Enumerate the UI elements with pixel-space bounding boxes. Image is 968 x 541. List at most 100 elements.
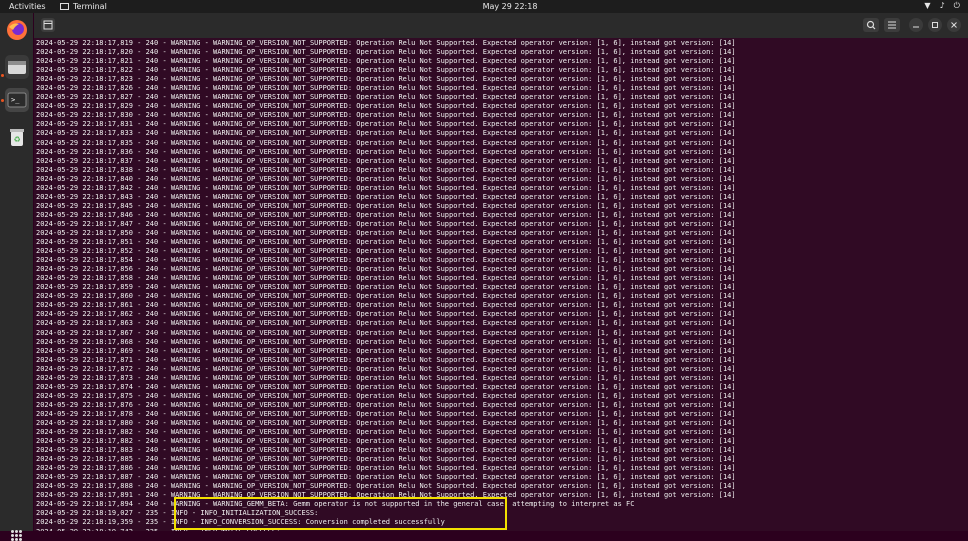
log-timestamp: 2024-05-29 22:18:17,822 xyxy=(36,66,133,75)
log-message: - 240 - WARNING - WARNING_OP_VERSION_NOT… xyxy=(132,373,736,382)
maximize-button[interactable] xyxy=(928,18,942,32)
log-timestamp: 2024-05-29 22:18:17,819 xyxy=(36,39,133,47)
log-timestamp: 2024-05-29 22:18:17,861 xyxy=(36,301,133,310)
log-message: - 240 - WARNING - WARNING_OP_VERSION_NOT… xyxy=(132,391,736,400)
new-tab-icon xyxy=(43,20,53,30)
trash-launcher[interactable]: ♻ xyxy=(5,125,29,149)
log-message: - 240 - WARNING - WARNING_OP_VERSION_NOT… xyxy=(132,337,736,346)
terminal-line: 2024-05-29 22:18:17,846 - 240 - WARNING … xyxy=(36,211,968,220)
log-message: - 240 - WARNING - WARNING_OP_VERSION_NOT… xyxy=(132,256,736,265)
minimize-button[interactable] xyxy=(909,18,923,32)
log-timestamp: 2024-05-29 22:18:17,820 xyxy=(36,48,133,57)
terminal-line: 2024-05-29 22:18:17,867 - 240 - WARNING … xyxy=(36,329,968,338)
terminal-line: 2024-05-29 22:18:17,842 - 240 - WARNING … xyxy=(36,184,968,193)
dock: >_ ♻ xyxy=(0,13,33,541)
terminal-line: 2024-05-29 22:18:17,829 - 240 - WARNING … xyxy=(36,102,968,111)
log-message: - 240 - WARNING - WARNING_OP_VERSION_NOT… xyxy=(132,174,736,183)
files-launcher[interactable] xyxy=(5,55,29,79)
svg-text:♻: ♻ xyxy=(14,135,21,144)
terminal-line: 2024-05-29 22:18:17,861 - 240 - WARNING … xyxy=(36,301,968,310)
terminal-line: 2024-05-29 22:18:17,882 - 240 - WARNING … xyxy=(36,437,968,446)
log-message: - 240 - WARNING - WARNING_OP_VERSION_NOT… xyxy=(132,473,736,482)
log-message: - 240 - WARNING - WARNING_OP_VERSION_NOT… xyxy=(132,310,736,319)
firefox-icon xyxy=(7,20,27,40)
terminal-line: 2024-05-29 22:18:17,875 - 240 - WARNING … xyxy=(36,392,968,401)
terminal-line: 2024-05-29 22:18:17,819 - 240 - WARNING … xyxy=(36,39,968,48)
terminal-line: 2024-05-29 22:18:17,862 - 240 - WARNING … xyxy=(36,310,968,319)
log-timestamp: 2024-05-29 22:18:17,885 xyxy=(36,455,133,464)
log-message: - 240 - WARNING - WARNING_OP_VERSION_NOT… xyxy=(132,247,736,256)
log-message: - 240 - WARNING - WARNING_OP_VERSION_NOT… xyxy=(132,418,736,427)
terminal-line: 2024-05-29 22:18:17,869 - 240 - WARNING … xyxy=(36,347,968,356)
log-message: - 240 - WARNING - WARNING_OP_VERSION_NOT… xyxy=(132,111,736,120)
log-timestamp: 2024-05-29 22:18:17,838 xyxy=(36,165,133,174)
log-timestamp: 2024-05-29 22:18:17,883 xyxy=(36,446,133,455)
terminal-line: 2024-05-29 22:18:17,882 - 240 - WARNING … xyxy=(36,428,968,437)
terminal-line: 2024-05-29 22:18:17,858 - 240 - WARNING … xyxy=(36,274,968,283)
terminal-line: 2024-05-29 22:18:17,874 - 240 - WARNING … xyxy=(36,383,968,392)
terminal-line: 2024-05-29 22:18:17,863 - 240 - WARNING … xyxy=(36,319,968,328)
log-timestamp: 2024-05-29 22:18:17,878 xyxy=(36,409,133,418)
window-headerbar xyxy=(34,13,968,38)
terminal-line: 2024-05-29 22:18:17,826 - 240 - WARNING … xyxy=(36,84,968,93)
terminal-launcher[interactable]: >_ xyxy=(5,88,29,112)
clock[interactable]: May 29 22:18 xyxy=(460,2,560,11)
terminal-line: 2024-05-29 22:18:17,830 - 240 - WARNING … xyxy=(36,111,968,120)
log-message: - 240 - WARNING - WARNING_OP_VERSION_NOT… xyxy=(132,39,736,47)
log-message: - 240 - WARNING - WARNING_OP_VERSION_NOT… xyxy=(132,165,736,174)
terminal-running-indicator xyxy=(1,99,4,102)
close-button[interactable] xyxy=(947,18,961,32)
svg-text:>_: >_ xyxy=(11,96,20,104)
terminal-line: 2024-05-29 22:18:17,822 - 240 - WARNING … xyxy=(36,66,968,75)
app-menu[interactable]: Terminal xyxy=(60,2,107,11)
log-timestamp: 2024-05-29 22:18:17,845 xyxy=(36,201,133,210)
terminal-line: 2024-05-29 22:18:17,851 - 240 - WARNING … xyxy=(36,238,968,247)
terminal-line: 2024-05-29 22:18:17,827 - 240 - WARNING … xyxy=(36,93,968,102)
terminal-icon xyxy=(60,3,69,10)
log-timestamp: 2024-05-29 22:18:17,826 xyxy=(36,84,133,93)
system-tray[interactable]: ▼ ♪ ⏻ xyxy=(924,1,960,11)
activities-button[interactable]: Activities xyxy=(9,2,46,11)
new-tab-button[interactable] xyxy=(41,18,55,32)
log-timestamp: 2024-05-29 22:18:17,867 xyxy=(36,328,133,337)
terminal-output[interactable]: 2024-05-29 22:18:17,819 - 240 - WARNING … xyxy=(34,39,968,531)
log-timestamp: 2024-05-29 22:18:17,880 xyxy=(36,418,133,427)
log-message: - 240 - WARNING - WARNING_OP_VERSION_NOT… xyxy=(132,192,736,201)
log-timestamp: 2024-05-29 22:18:17,833 xyxy=(36,129,133,138)
log-message: - 240 - WARNING - WARNING_OP_VERSION_NOT… xyxy=(132,156,736,165)
show-applications-button[interactable] xyxy=(11,530,23,541)
log-message: - 240 - WARNING - WARNING_OP_VERSION_NOT… xyxy=(132,482,736,491)
terminal-line: 2024-05-29 22:18:17,878 - 240 - WARNING … xyxy=(36,410,968,419)
close-icon xyxy=(951,22,957,28)
log-message: - 240 - WARNING - WARNING_OP_VERSION_NOT… xyxy=(132,210,736,219)
log-message: - 240 - WARNING - WARNING_OP_VERSION_NOT… xyxy=(132,265,736,274)
log-timestamp: 2024-05-29 22:18:17,852 xyxy=(36,247,133,256)
terminal-window: 2024-05-29 22:18:17,819 - 240 - WARNING … xyxy=(34,13,968,531)
log-message: - 240 - WARNING - WARNING_OP_VERSION_NOT… xyxy=(132,48,736,57)
log-timestamp: 2024-05-29 22:18:17,886 xyxy=(36,464,133,473)
log-timestamp: 2024-05-29 22:18:17,851 xyxy=(36,238,133,247)
log-message: - 240 - WARNING - WARNING_OP_VERSION_NOT… xyxy=(132,238,736,247)
log-message: - 240 - WARNING - WARNING_OP_VERSION_NOT… xyxy=(132,400,736,409)
log-message: - 240 - WARNING - WARNING_OP_VERSION_NOT… xyxy=(132,102,736,111)
terminal-line: 2024-05-29 22:18:17,887 - 240 - WARNING … xyxy=(36,473,968,482)
log-timestamp: 2024-05-29 22:18:17,830 xyxy=(36,111,133,120)
log-message: - 240 - WARNING - WARNING_OP_VERSION_NOT… xyxy=(132,66,736,75)
terminal-line: 2024-05-29 22:18:17,860 - 240 - WARNING … xyxy=(36,292,968,301)
log-message: - 240 - WARNING - WARNING_OP_VERSION_NOT… xyxy=(132,292,736,301)
log-timestamp: 2024-05-29 22:18:17,863 xyxy=(36,319,133,328)
terminal-line: 2024-05-29 22:18:17,835 - 240 - WARNING … xyxy=(36,139,968,148)
log-message: - 240 - WARNING - WARNING_OP_VERSION_NOT… xyxy=(132,328,736,337)
search-button[interactable] xyxy=(863,18,879,32)
terminal-line: 2024-05-29 22:18:17,873 - 240 - WARNING … xyxy=(36,374,968,383)
log-message: - 240 - WARNING - WARNING_OP_VERSION_NOT… xyxy=(132,455,736,464)
log-message: - 240 - WARNING - WARNING_OP_VERSION_NOT… xyxy=(132,319,736,328)
log-message: - 240 - WARNING - WARNING_OP_VERSION_NOT… xyxy=(132,120,736,129)
log-message: - 240 - WARNING - WARNING_OP_VERSION_NOT… xyxy=(132,437,736,446)
log-message: - 240 - WARNING - WARNING_OP_VERSION_NOT… xyxy=(132,346,736,355)
log-timestamp: 2024-05-29 22:18:17,836 xyxy=(36,147,133,156)
menu-button[interactable] xyxy=(884,18,900,32)
firefox-launcher[interactable] xyxy=(5,18,29,42)
log-timestamp: 2024-05-29 22:18:17,821 xyxy=(36,57,133,66)
log-timestamp: 2024-05-29 22:18:17,860 xyxy=(36,292,133,301)
